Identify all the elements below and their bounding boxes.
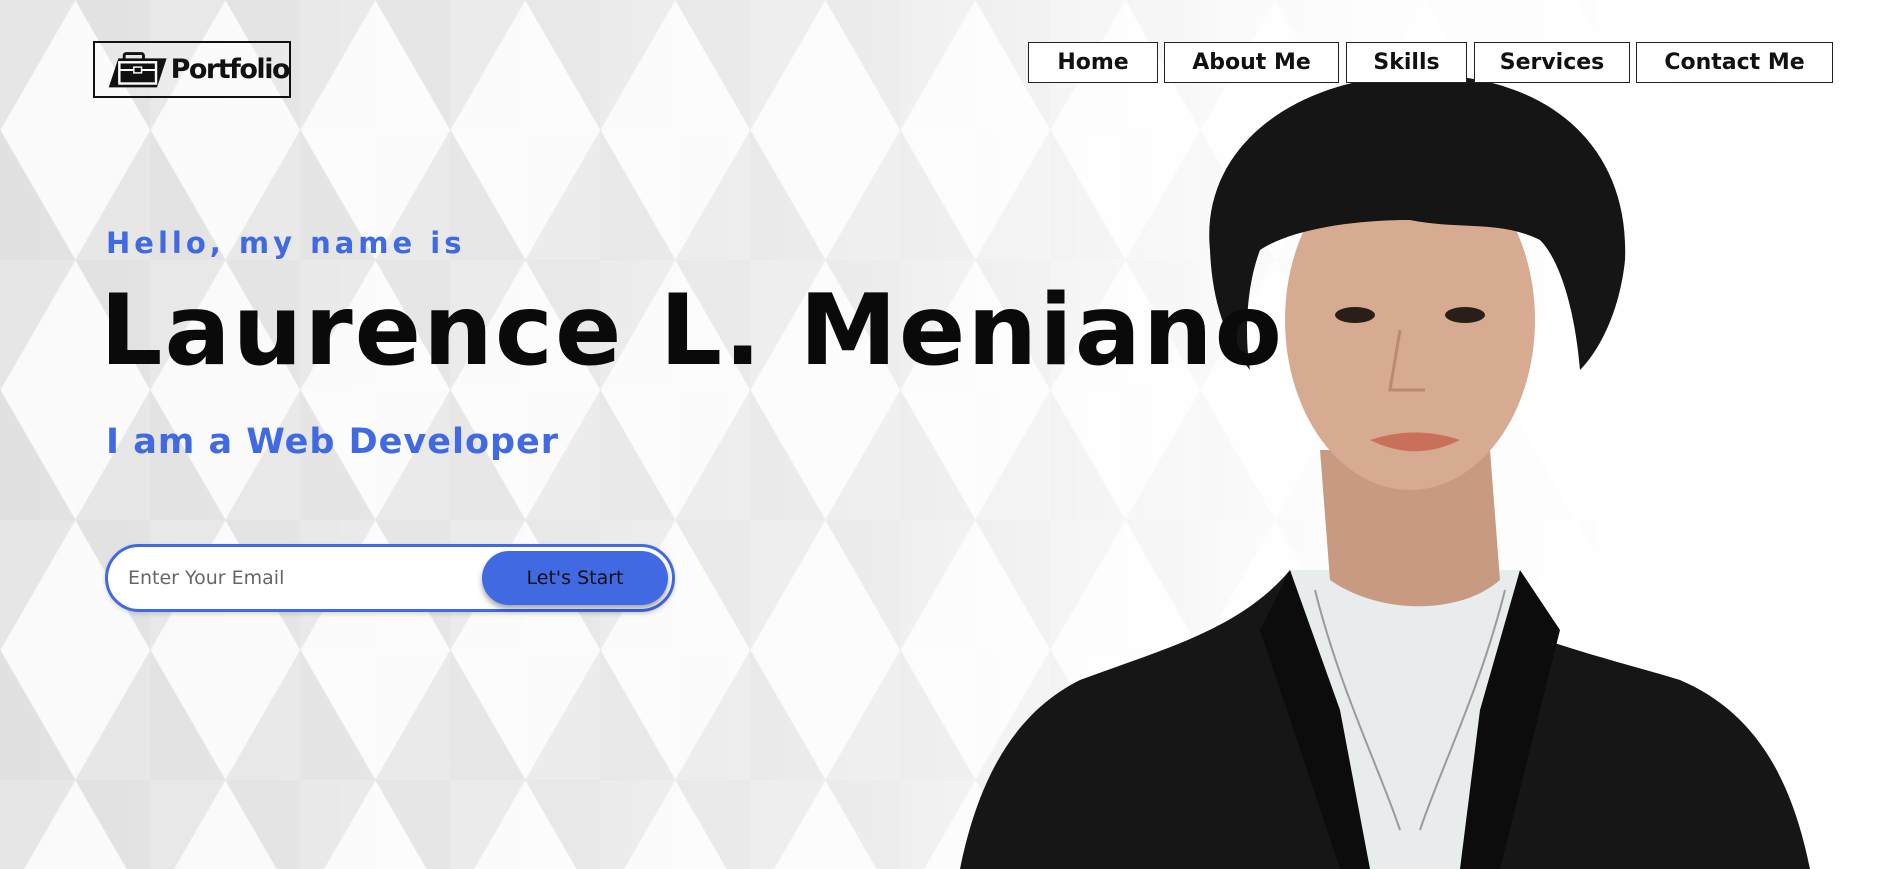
nav-home-link[interactable]: Home <box>1028 42 1158 83</box>
email-signup-form: Let's Start <box>105 544 675 612</box>
logo-text: Portfolio <box>170 54 291 85</box>
site-logo[interactable]: Portfolio <box>93 41 291 98</box>
hero-role: I am a Web Developer <box>106 422 560 462</box>
lets-start-button[interactable]: Let's Start <box>482 551 668 605</box>
nav-services-link[interactable]: Services <box>1474 42 1630 83</box>
briefcase-icon <box>108 51 167 87</box>
nav-about-link[interactable]: About Me <box>1164 42 1339 83</box>
email-input[interactable] <box>128 547 488 609</box>
profile-portrait <box>960 74 1810 869</box>
nav-contact-link[interactable]: Contact Me <box>1636 42 1833 83</box>
hero-name: Laurence L. Meniano <box>100 274 1284 388</box>
nav-skills-link[interactable]: Skills <box>1346 42 1467 83</box>
greeting-text: Hello, my name is <box>106 226 466 260</box>
